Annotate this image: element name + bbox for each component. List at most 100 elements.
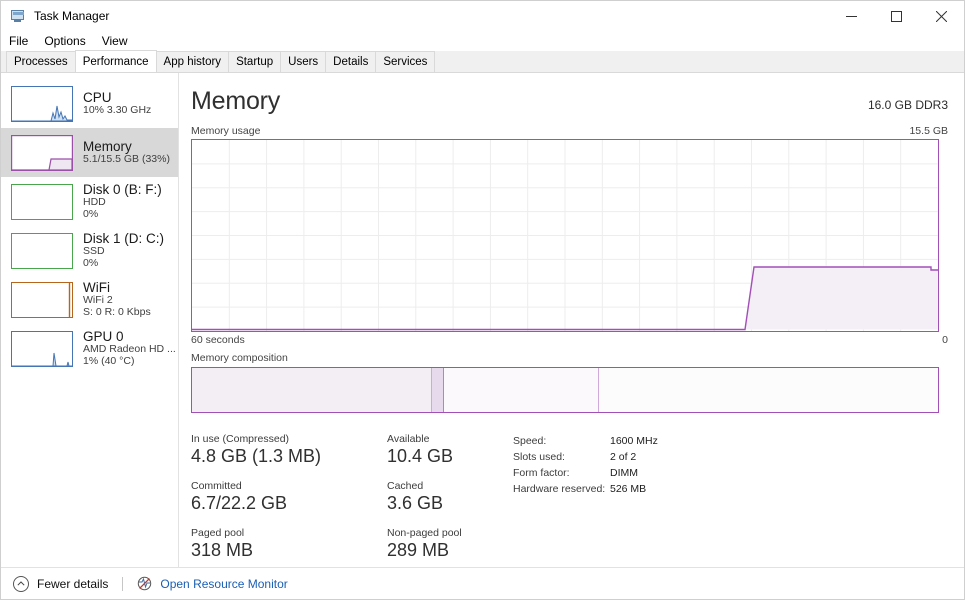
tab-details[interactable]: Details — [325, 51, 377, 72]
spec-label-form-factor: Form factor: — [513, 467, 570, 479]
spec-label-speed: Speed: — [513, 435, 547, 447]
disk0-mini-graph — [11, 183, 73, 220]
stat-value-in-use: 4.8 GB (1.3 MB) — [191, 446, 322, 466]
usage-label: Memory usage — [191, 125, 261, 137]
stat-value-available: 10.4 GB — [387, 446, 454, 466]
status-divider — [122, 576, 124, 591]
minimize-button[interactable] — [829, 1, 874, 31]
sidebar-item-gpu0[interactable]: GPU 0 AMD Radeon HD ... 1% (40 °C) — [1, 324, 178, 373]
stat-available: Available 10.4 GB — [387, 433, 507, 467]
spec-hardware-reserved: Hardware reserved: 526 MB — [513, 481, 658, 497]
spec-value-form-factor: DIMM — [610, 467, 638, 479]
sidebar-item-disk1[interactable]: Disk 1 (D: C:) SSD 0% — [1, 226, 178, 275]
sidebar-item-cpu[interactable]: CPU 10% 3.30 GHz — [1, 79, 178, 128]
close-button[interactable] — [919, 1, 964, 31]
panel-header: Memory 16.0 GB DDR3 — [191, 87, 948, 116]
memory-capacity: 16.0 GB DDR3 — [867, 98, 948, 112]
sidebar-item-wifi[interactable]: WiFi WiFi 2 S: 0 R: 0 Kbps — [1, 275, 178, 324]
page-title: Memory — [191, 87, 281, 115]
sidebar-label-disk1: Disk 1 (D: C:) — [83, 231, 164, 247]
time-span-label: 60 seconds — [191, 334, 245, 346]
wifi-mini-graph — [11, 281, 73, 318]
maximize-button[interactable] — [874, 1, 919, 31]
menu-bar: File Options View — [1, 31, 964, 51]
composition-segment-free — [599, 368, 938, 412]
sidebar-label-memory: Memory — [83, 139, 132, 155]
sidebar-sub-cpu: 10% 3.30 GHz — [83, 104, 152, 117]
sidebar-item-disk0[interactable]: Disk 0 (B: F:) HDD 0% — [1, 177, 178, 226]
sidebar-sub-memory: 5.1/15.5 GB (33%) — [83, 153, 170, 166]
tab-strip: Processes Performance App history Startu… — [1, 50, 964, 73]
stat-label-in-use: In use (Compressed) — [191, 433, 290, 445]
menu-options[interactable]: Options — [44, 34, 85, 48]
stat-committed: Committed 6.7/22.2 GB — [191, 480, 387, 514]
spec-value-slots-used: 2 of 2 — [610, 451, 637, 463]
cpu-mini-graph — [11, 85, 73, 122]
sidebar-item-memory[interactable]: Memory 5.1/15.5 GB (33%) — [1, 128, 178, 177]
composition-segment-modified — [432, 368, 445, 412]
spec-label-hardware-reserved: Hardware reserved: — [513, 483, 606, 495]
stat-label-non-paged-pool: Non-paged pool — [387, 527, 462, 539]
stat-paged-pool: Paged pool 318 MB — [191, 527, 387, 561]
window-controls — [829, 1, 964, 31]
memory-composition-bar — [191, 367, 939, 413]
open-resource-monitor-link[interactable]: Open Resource Monitor — [160, 577, 287, 591]
tab-startup[interactable]: Startup — [228, 51, 282, 72]
disk1-mini-graph — [11, 232, 73, 269]
tab-processes[interactable]: Processes — [6, 51, 76, 72]
resource-sidebar: CPU 10% 3.30 GHz Memory 5.1/15.5 GB (33%… — [1, 73, 179, 574]
spec-slots-used: Slots used: 2 of 2 — [513, 449, 658, 465]
sidebar-label-disk0: Disk 0 (B: F:) — [83, 182, 162, 198]
memory-stats: In use (Compressed) 4.8 GB (1.3 MB) Comm… — [191, 433, 948, 574]
time-zero-label: 0 — [942, 334, 948, 346]
usage-max-label: 15.5 GB — [909, 125, 948, 137]
task-manager-icon — [10, 8, 26, 24]
stats-column-left: In use (Compressed) 4.8 GB (1.3 MB) Comm… — [191, 433, 387, 574]
title-bar: Task Manager — [1, 1, 964, 31]
stat-value-committed: 6.7/22.2 GB — [191, 493, 288, 513]
sidebar-sub-wifi-rate: S: 0 R: 0 Kbps — [83, 306, 151, 319]
spec-label-slots-used: Slots used: — [513, 451, 565, 463]
stats-column-mid: Available 10.4 GB Cached 3.6 GB Non-page… — [387, 433, 507, 574]
resource-monitor-icon — [137, 576, 152, 591]
stat-value-cached: 3.6 GB — [387, 493, 444, 513]
task-manager-window: Task Manager File Options View Processes… — [0, 0, 965, 600]
memory-panel: Memory 16.0 GB DDR3 Memory usage 15.5 GB — [179, 73, 964, 574]
status-bar: Fewer details Open Resource Monitor — [1, 567, 964, 599]
spec-value-hardware-reserved: 526 MB — [610, 483, 647, 495]
gpu0-mini-graph — [11, 330, 73, 367]
composition-segment-standby — [444, 368, 600, 412]
spec-value-speed: 1600 MHz — [610, 435, 658, 447]
graph-axis-labels: 60 seconds 0 — [191, 334, 948, 346]
chevron-up-icon[interactable] — [13, 575, 29, 592]
stat-label-available: Available — [387, 433, 430, 445]
sidebar-sub-disk0-usage: 0% — [83, 208, 99, 221]
spec-speed: Speed: 1600 MHz — [513, 433, 658, 449]
sidebar-label-cpu: CPU — [83, 90, 112, 106]
tab-performance[interactable]: Performance — [74, 50, 157, 72]
composition-segment-in-use — [192, 368, 433, 412]
fewer-details-button[interactable]: Fewer details — [37, 577, 108, 591]
menu-file[interactable]: File — [9, 34, 28, 48]
menu-view[interactable]: View — [102, 34, 128, 48]
stat-value-non-paged-pool: 289 MB — [387, 540, 450, 560]
composition-label: Memory composition — [191, 352, 288, 364]
tab-services[interactable]: Services — [375, 51, 436, 72]
sidebar-label-wifi: WiFi — [83, 280, 110, 296]
tab-app-history[interactable]: App history — [155, 51, 230, 72]
stat-label-cached: Cached — [387, 480, 424, 492]
stat-non-paged-pool: Non-paged pool 289 MB — [387, 527, 507, 561]
usage-header: Memory usage 15.5 GB — [191, 125, 948, 137]
sidebar-sub-gpu0-usage: 1% (40 °C) — [83, 355, 135, 368]
stat-in-use: In use (Compressed) 4.8 GB (1.3 MB) — [191, 433, 387, 467]
memory-usage-graph — [191, 139, 939, 332]
stat-value-paged-pool: 318 MB — [191, 540, 254, 560]
sidebar-sub-disk1-usage: 0% — [83, 257, 99, 270]
memory-mini-graph — [11, 134, 73, 171]
content-area: CPU 10% 3.30 GHz Memory 5.1/15.5 GB (33%… — [1, 73, 964, 574]
window-title: Task Manager — [34, 9, 110, 23]
stat-label-committed: Committed — [191, 480, 242, 492]
tab-users[interactable]: Users — [280, 51, 327, 72]
stat-cached: Cached 3.6 GB — [387, 480, 507, 514]
memory-specs: Speed: 1600 MHz Slots used: 2 of 2 Form … — [513, 433, 658, 574]
